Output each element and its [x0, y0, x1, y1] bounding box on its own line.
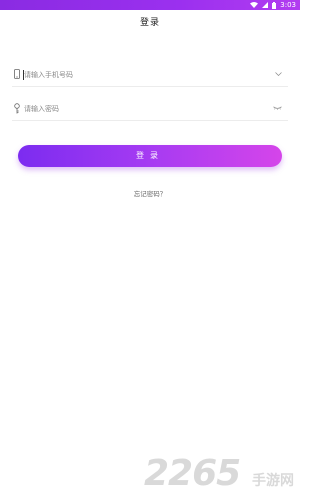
login-button[interactable]: 登录 — [18, 145, 282, 167]
password-field[interactable] — [12, 98, 288, 121]
watermark-number: 2265 — [144, 453, 241, 494]
chevron-down-icon[interactable] — [275, 72, 282, 76]
phone-field[interactable] — [12, 64, 288, 87]
password-input[interactable] — [24, 101, 254, 117]
forgot-password-link[interactable]: 忘记密码？ — [0, 188, 300, 198]
status-time: 3:03 — [280, 1, 296, 9]
page-title: 登录 — [139, 18, 160, 28]
status-icons: 3:03 — [250, 0, 296, 10]
signal-icon — [262, 2, 269, 8]
eye-closed-icon[interactable] — [273, 106, 282, 110]
watermark-logo: 2265 手游网 — [144, 454, 294, 494]
phone-input[interactable] — [24, 67, 254, 83]
status-bar: 3:03 — [0, 0, 300, 10]
watermark-text: 手游网 — [252, 473, 294, 489]
phone-icon — [14, 69, 20, 79]
wifi-icon — [250, 2, 259, 8]
key-icon — [14, 103, 20, 114]
battery-icon — [272, 1, 277, 9]
